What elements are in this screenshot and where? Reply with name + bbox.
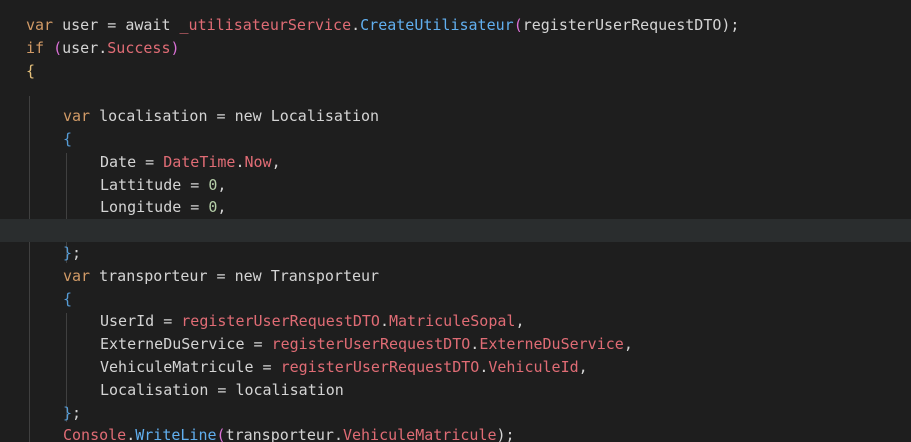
code-token: registerUserRequestDTO bbox=[271, 335, 471, 354]
code-token: UserId = bbox=[100, 312, 182, 331]
code-text: Console.WriteLine(transporteur.VehiculeM… bbox=[63, 424, 515, 442]
code-token: Localisation = localisation bbox=[100, 380, 344, 399]
code-token: ); bbox=[721, 16, 740, 34]
code-token: ; bbox=[72, 403, 82, 422]
code-token: var bbox=[26, 16, 54, 34]
code-token: ; bbox=[72, 244, 82, 262]
code-token: Success bbox=[107, 38, 171, 57]
code-token: { bbox=[26, 61, 36, 80]
code-token: if bbox=[26, 38, 45, 57]
code-token: . bbox=[351, 16, 361, 34]
code-token: MatriculeSopal bbox=[389, 312, 516, 331]
code-text: if (user.Success) bbox=[26, 37, 180, 60]
code-line[interactable]: Longitude = 0, bbox=[0, 196, 911, 219]
code-token: } bbox=[63, 244, 73, 262]
code-token: . bbox=[379, 312, 389, 331]
code-token: WriteLine bbox=[135, 426, 217, 442]
code-token: . bbox=[126, 426, 136, 442]
code-token: var bbox=[63, 266, 91, 285]
code-token: ) bbox=[170, 38, 180, 57]
code-token: user. bbox=[62, 38, 108, 57]
code-token: registerUserRequestDTO bbox=[181, 312, 380, 331]
code-token: DateTime bbox=[163, 152, 236, 171]
code-text: Localisation = localisation bbox=[100, 379, 344, 402]
code-text: { bbox=[63, 128, 72, 151]
code-text: VehiculeMatricule = registerUserRequestD… bbox=[100, 356, 588, 379]
code-line[interactable]: }; bbox=[0, 402, 911, 425]
code-text: Lattitude = 0, bbox=[100, 174, 226, 197]
code-token: Now bbox=[244, 152, 272, 171]
code-token: CreateUtilisateur bbox=[360, 16, 514, 34]
code-line[interactable]: ExterneDuService = registerUserRequestDT… bbox=[0, 333, 911, 356]
code-token: registerUserRequestDTO bbox=[522, 16, 722, 34]
code-line[interactable]: { bbox=[0, 60, 911, 83]
code-text: ExterneDuService = registerUserRequestDT… bbox=[100, 333, 633, 356]
code-token: , bbox=[623, 335, 633, 354]
code-token: var bbox=[63, 107, 91, 126]
code-token: Longitude = bbox=[100, 198, 209, 217]
code-token: VehiculeMatricule = bbox=[100, 358, 281, 376]
code-token: { bbox=[63, 130, 73, 148]
code-token: ( bbox=[513, 16, 523, 34]
code-token: _utilisateurService bbox=[179, 16, 352, 34]
code-token: Lattitude = bbox=[100, 175, 209, 194]
code-line[interactable]: UserId = registerUserRequestDTO.Matricul… bbox=[0, 310, 911, 333]
code-token: ExterneDuService bbox=[479, 335, 624, 354]
code-token: . bbox=[479, 358, 489, 376]
code-token: Console bbox=[63, 426, 127, 442]
code-text: { bbox=[26, 60, 35, 83]
code-token: ( bbox=[216, 426, 226, 442]
code-token: ); bbox=[496, 426, 515, 442]
code-text: Date = DateTime.Now, bbox=[100, 151, 281, 174]
code-line[interactable]: var transporteur = new Transporteur bbox=[0, 265, 911, 288]
code-line[interactable]: Date = DateTime.Now, bbox=[0, 151, 911, 174]
code-text: }; bbox=[63, 402, 81, 425]
code-token: , bbox=[578, 358, 588, 376]
code-text: var user = await _utilisateurService.Cre… bbox=[26, 14, 739, 37]
code-token: . bbox=[470, 335, 480, 354]
code-line[interactable] bbox=[0, 82, 911, 105]
code-line[interactable]: var user = await _utilisateurService.Cre… bbox=[0, 14, 911, 37]
code-text: UserId = registerUserRequestDTO.Matricul… bbox=[100, 310, 524, 333]
code-line[interactable]: VehiculeMatricule = registerUserRequestD… bbox=[0, 356, 911, 379]
code-token: transporteur = new Transporteur bbox=[90, 266, 380, 285]
code-token: ExterneDuService = bbox=[100, 335, 272, 354]
code-token: registerUserRequestDTO bbox=[280, 358, 480, 376]
code-token: . bbox=[333, 426, 343, 442]
code-token: VehiculeId bbox=[488, 358, 579, 376]
code-line[interactable]: var localisation = new Localisation bbox=[0, 105, 911, 128]
code-line[interactable]: }; bbox=[0, 242, 911, 265]
code-token: , bbox=[217, 198, 227, 217]
code-line[interactable]: { bbox=[0, 288, 911, 311]
code-token: , bbox=[271, 152, 281, 171]
code-line[interactable]: Console.WriteLine(transporteur.VehiculeM… bbox=[0, 424, 911, 442]
code-token: , bbox=[217, 175, 227, 194]
code-line[interactable]: if (user.Success) bbox=[0, 37, 911, 60]
code-token: ( bbox=[44, 38, 63, 57]
code-token: transporteur bbox=[225, 426, 334, 442]
code-token: { bbox=[63, 289, 73, 308]
code-token: , bbox=[515, 312, 525, 331]
code-text: { bbox=[63, 288, 72, 311]
code-line[interactable]: { bbox=[0, 128, 911, 151]
code-token: Date = bbox=[100, 152, 164, 171]
code-line[interactable]: Localisation = localisation bbox=[0, 379, 911, 402]
code-token: VehiculeMatricule bbox=[342, 426, 497, 442]
code-text: var transporteur = new Transporteur bbox=[63, 265, 379, 288]
code-token: . bbox=[235, 152, 245, 171]
code-editor[interactable]: var user = await _utilisateurService.Cre… bbox=[0, 0, 911, 442]
code-token: localisation = new Localisation bbox=[90, 107, 380, 126]
code-token: } bbox=[63, 403, 73, 422]
code-line[interactable] bbox=[0, 219, 911, 243]
code-text: Longitude = 0, bbox=[100, 196, 226, 219]
code-line[interactable]: Lattitude = 0, bbox=[0, 174, 911, 197]
code-text: }; bbox=[63, 242, 81, 265]
code-text: var localisation = new Localisation bbox=[63, 105, 379, 128]
code-token: user = await bbox=[53, 16, 180, 34]
